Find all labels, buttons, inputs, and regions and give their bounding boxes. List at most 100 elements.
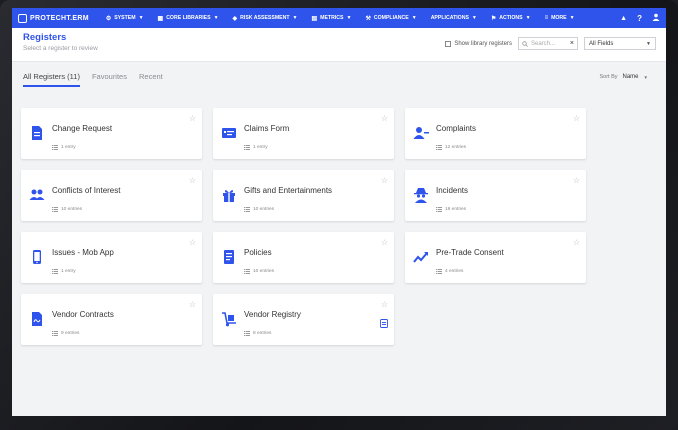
nav-item-label: Metrics <box>320 15 344 21</box>
register-entries-label: 19 entries <box>445 207 467 212</box>
register-name: Pre-Trade Consent <box>436 248 504 257</box>
header-controls: Show library registers Search... × All F… <box>445 37 656 50</box>
checkbox-box[interactable] <box>445 40 452 47</box>
register-entries: 19 entries <box>436 207 466 212</box>
top-nav: PROTECHT.ERM ⚙ System ▼ ▦ Core Libraries ▼ ◆ Ri… <box>12 8 666 28</box>
favourite-star-icon[interactable]: ☆ <box>381 176 388 185</box>
register-entries: 12 entries <box>436 145 466 150</box>
clear-search-icon[interactable]: × <box>570 40 574 47</box>
register-entries: 1 entry <box>52 269 76 274</box>
book-icon <box>221 249 237 265</box>
register-name: Incidents <box>436 186 469 195</box>
chevron-down-icon: ▼ <box>346 15 352 21</box>
favourite-star-icon[interactable]: ☆ <box>573 114 580 123</box>
register-card[interactable]: Policies 10 entries ☆ <box>213 232 394 283</box>
graduation-cap-icon[interactable]: ▲ <box>620 15 627 22</box>
register-card[interactable]: Vendor Contracts 9 entries ☆ <box>21 294 202 345</box>
register-card[interactable]: Issues - Mob App 1 entry ☆ <box>21 232 202 283</box>
spy-icon <box>413 187 429 203</box>
favourite-star-icon[interactable]: ☆ <box>381 238 388 247</box>
register-card[interactable]: Incidents 19 entries ☆ <box>405 170 586 221</box>
metrics-icon: ▤ <box>311 15 318 22</box>
register-tabs: All Registers (11) Favourites Recent <box>23 62 655 87</box>
nav-item-label: System <box>114 15 136 21</box>
favourite-star-icon[interactable]: ☆ <box>573 238 580 247</box>
list-icon <box>244 331 250 336</box>
tab-all-registers[interactable]: All Registers (11) <box>23 72 80 87</box>
favourite-star-icon[interactable]: ☆ <box>189 176 196 185</box>
register-entries-label: 12 entries <box>445 145 467 150</box>
chevron-down-icon: ▼ <box>643 74 648 80</box>
register-entries-label: 1 entry <box>61 269 76 274</box>
logo[interactable]: PROTECHT.ERM <box>18 13 89 23</box>
favourite-star-icon[interactable]: ☆ <box>381 300 388 309</box>
nav-right: ▲ ? <box>620 13 660 23</box>
register-entries: 9 entries <box>52 331 79 336</box>
help-icon[interactable]: ? <box>637 14 642 23</box>
register-name: Issues - Mob App <box>52 248 114 257</box>
register-name: Change Request <box>52 124 113 133</box>
register-card[interactable]: Conflicts of Interest 10 entries ☆ <box>21 170 202 221</box>
favourite-star-icon[interactable]: ☆ <box>189 300 196 309</box>
register-entries-label: 1 entry <box>61 145 76 150</box>
nav-item-system[interactable]: ⚙ System ▼ <box>99 15 151 22</box>
chevron-down-icon: ▼ <box>292 15 298 21</box>
register-card[interactable]: Gifts and Entertainments 10 entries ☆ <box>213 170 394 221</box>
register-card[interactable]: Vendor Registry 8 entries ☆ <box>213 294 394 345</box>
tab-favourites[interactable]: Favourites <box>92 72 127 87</box>
register-name: Complaints <box>436 124 477 133</box>
register-entries-label: 8 entries <box>253 331 272 336</box>
chevron-down-icon: ▼ <box>411 15 417 21</box>
list-icon <box>52 331 58 336</box>
favourite-star-icon[interactable]: ☆ <box>189 114 196 123</box>
fields-select[interactable]: All Fields ▼ <box>584 37 656 50</box>
fields-value: All Fields <box>589 40 614 47</box>
register-entries-label: 4 entries <box>445 269 464 274</box>
show-library-label: Show library registers <box>454 40 512 47</box>
register-name: Policies <box>244 248 272 257</box>
register-entries: 8 entries <box>244 331 271 336</box>
chevron-down-icon: ▼ <box>525 15 531 21</box>
list-icon <box>436 207 442 212</box>
library-icon: ▦ <box>157 15 164 22</box>
risk-icon: ◆ <box>232 15 238 22</box>
gift-icon <box>221 187 237 203</box>
card-icon <box>221 125 237 141</box>
register-card[interactable]: Change Request 1 entry ☆ <box>21 108 202 159</box>
register-entries: 1 entry <box>244 145 268 150</box>
register-entries-label: 10 entries <box>61 207 83 212</box>
document-icon <box>29 125 45 141</box>
register-entries-label: 10 entries <box>253 269 275 274</box>
nav-item-more[interactable]: ≡ More ▼ <box>538 15 582 21</box>
trend-icon <box>413 249 429 265</box>
favourite-star-icon[interactable]: ☆ <box>189 238 196 247</box>
nav-item-applications[interactable]: Applications ▼ <box>424 15 484 21</box>
show-library-checkbox[interactable]: Show library registers <box>445 40 512 47</box>
app-screen: PROTECHT.ERM ⚙ System ▼ ▦ Core Libraries ▼ ◆ Ri… <box>12 8 666 416</box>
nav-item-compliance[interactable]: ⚒ Compliance ▼ <box>358 15 423 22</box>
nav-item-label: Core Libraries <box>166 15 211 21</box>
favourite-star-icon[interactable]: ☆ <box>381 114 388 123</box>
nav-item-core-libraries[interactable]: ▦ Core Libraries ▼ <box>151 15 226 22</box>
register-name: Claims Form <box>244 124 290 133</box>
register-card[interactable]: Pre-Trade Consent 4 entries ☆ <box>405 232 586 283</box>
search-icon <box>522 40 528 47</box>
nav-item-actions[interactable]: ⚑ Actions ▼ <box>484 15 538 22</box>
chevron-down-icon: ▼ <box>138 15 144 21</box>
search-input[interactable]: Search... × <box>518 37 578 50</box>
user-icon[interactable] <box>652 13 660 23</box>
device-frame: PROTECHT.ERM ⚙ System ▼ ▦ Core Libraries ▼ ◆ Ri… <box>0 0 678 430</box>
favourite-star-icon[interactable]: ☆ <box>573 176 580 185</box>
compliance-icon: ⚒ <box>365 15 371 22</box>
nav-item-metrics[interactable]: ▤ Metrics ▼ <box>305 15 359 22</box>
tab-recent[interactable]: Recent <box>139 72 163 87</box>
register-entries-label: 10 entries <box>253 207 275 212</box>
register-entries: 4 entries <box>436 269 463 274</box>
nav-item-risk-assessment[interactable]: ◆ Risk Assessment ▼ <box>226 15 305 22</box>
register-card[interactable]: Claims Form 1 entry ☆ <box>213 108 394 159</box>
nav-menu: ⚙ System ▼ ▦ Core Libraries ▼ ◆ Risk Assessment… <box>99 15 620 22</box>
register-card[interactable]: Complaints 12 entries ☆ <box>405 108 586 159</box>
chevron-down-icon: ▼ <box>213 15 219 21</box>
sort-control[interactable]: Sort By Name ▼ <box>599 74 648 80</box>
register-entries: 10 entries <box>52 207 82 212</box>
